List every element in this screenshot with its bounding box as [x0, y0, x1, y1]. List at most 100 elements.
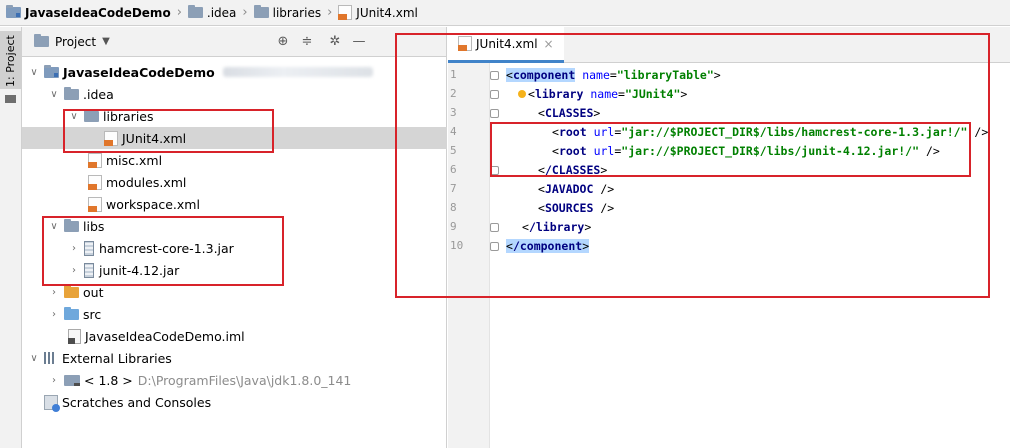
- folder-icon: [84, 108, 99, 122]
- folder-icon: [64, 218, 79, 232]
- tree-row-iml[interactable]: JavaseIdeaCodeDemo.iml: [22, 325, 447, 347]
- code-line: </CLASSES >: [538, 162, 608, 177]
- fold-marker-icon[interactable]: [490, 166, 499, 175]
- folder-icon: [187, 5, 203, 18]
- folder-icon: [64, 86, 79, 100]
- tree-row-junit4-xml[interactable]: JUnit4.xml: [22, 127, 447, 149]
- chevron-down-icon[interactable]: ∨: [48, 89, 60, 100]
- line-number: 7: [450, 182, 457, 195]
- chevron-down-icon[interactable]: ∨: [28, 353, 40, 364]
- xml-file-icon: [338, 5, 353, 20]
- xml-file-icon: [104, 130, 118, 146]
- chevron-right-icon: ›: [327, 5, 333, 20]
- scratches-icon: [44, 394, 60, 412]
- folder-icon: [34, 34, 49, 47]
- library-icon: [44, 352, 57, 364]
- tree-row-junit-jar[interactable]: › junit-4.12.jar: [22, 259, 447, 281]
- tree-row-jdk[interactable]: › < 1.8 > D:\ProgramFiles\Java\jdk1.8.0_…: [22, 369, 447, 391]
- code-line: < root url = "jar://$PROJECT_DIR$/libs/hamc…: [552, 124, 989, 139]
- tool-window-strip: 1: Project: [0, 27, 22, 448]
- code-line: < CLASSES >: [538, 105, 601, 120]
- chevron-down-icon[interactable]: ∨: [68, 111, 80, 122]
- tree-row-project-root[interactable]: ∨ JavaseIdeaCodeDemo: [22, 61, 447, 83]
- tree-row-hamcrest-jar[interactable]: › hamcrest-core-1.3.jar: [22, 237, 447, 259]
- close-icon[interactable]: ×: [544, 37, 554, 51]
- fold-marker-icon[interactable]: [490, 90, 499, 99]
- excluded-folder-icon: [64, 284, 79, 298]
- tree-row-libraries[interactable]: ∨ libraries: [22, 105, 447, 127]
- line-number: 3: [450, 106, 457, 119]
- source-folder-icon: [64, 306, 79, 320]
- xml-file-icon: [458, 36, 472, 51]
- code-line: < root url = "jar://$PROJECT_DIR$/libs/juni…: [552, 143, 940, 158]
- code-line: < SOURCES />: [538, 200, 615, 215]
- line-number: 9: [450, 220, 457, 233]
- line-number: 2: [450, 87, 457, 100]
- breadcrumb-item-idea[interactable]: .idea: [187, 5, 236, 20]
- lightbulb-icon[interactable]: [518, 89, 526, 98]
- chevron-right-icon: ›: [176, 5, 182, 20]
- project-view-dropdown[interactable]: Project ▼: [34, 34, 110, 49]
- line-number: 1: [450, 68, 457, 81]
- fold-marker-icon[interactable]: [490, 71, 499, 80]
- iml-file-icon: [68, 328, 81, 344]
- module-folder-icon: [44, 64, 59, 78]
- folder-icon: [253, 5, 269, 18]
- breadcrumb-item-project[interactable]: JavaseIdeaCodeDemo: [6, 5, 171, 20]
- code-area[interactable]: 1 2 3 4 5 6 7 8 9 10 < component name = "li…: [448, 63, 1010, 448]
- project-tool-tab[interactable]: 1: Project: [0, 31, 21, 89]
- redacted-path: [222, 67, 373, 77]
- code-line: </component >: [506, 238, 590, 253]
- tree-row-misc-xml[interactable]: misc.xml: [22, 149, 447, 171]
- line-number: 5: [450, 144, 457, 157]
- chevron-right-icon[interactable]: ›: [48, 375, 60, 386]
- caret-down-icon: ▼: [102, 36, 110, 47]
- chevron-right-icon: ›: [242, 5, 248, 20]
- tree-row-external-libraries[interactable]: ∨ External Libraries: [22, 347, 447, 369]
- editor: JUnit4.xml × 1 2 3 4 5 6 7 8 9 10 < compo…: [448, 27, 1010, 448]
- tree-row-scratches[interactable]: Scratches and Consoles: [22, 391, 447, 413]
- line-number: 4: [450, 125, 457, 138]
- fold-marker-icon[interactable]: [490, 223, 499, 232]
- line-number: 6: [450, 163, 457, 176]
- editor-tab-bar: JUnit4.xml ×: [448, 27, 1010, 63]
- jar-icon: [84, 240, 94, 256]
- xml-file-icon: [88, 174, 102, 190]
- code-line: </library >: [522, 219, 592, 234]
- tree-row-src[interactable]: › src: [22, 303, 447, 325]
- jar-icon: [84, 262, 94, 278]
- gear-icon[interactable]: ✲: [328, 35, 342, 49]
- hide-icon[interactable]: —: [352, 35, 366, 49]
- tree-row-modules-xml[interactable]: modules.xml: [22, 171, 447, 193]
- chevron-right-icon[interactable]: ›: [68, 265, 80, 276]
- module-folder-icon: [6, 5, 21, 18]
- line-number: 8: [450, 201, 457, 214]
- tree-row-out[interactable]: › out: [22, 281, 447, 303]
- line-number: 10: [450, 239, 464, 252]
- code-line: < component name = "libraryTable" >: [506, 67, 721, 82]
- project-panel-header: Project ▼ ⊕ ≑ ✲ —: [22, 27, 446, 57]
- folder-icon: [5, 95, 16, 103]
- project-panel: Project ▼ ⊕ ≑ ✲ — ∨ JavaseIdeaCodeDemo ∨…: [22, 27, 447, 448]
- chevron-right-icon[interactable]: ›: [48, 287, 60, 298]
- breadcrumb-item-file[interactable]: JUnit4.xml: [338, 5, 418, 20]
- tree-row-idea[interactable]: ∨ .idea: [22, 83, 447, 105]
- locate-icon[interactable]: ⊕: [276, 35, 290, 49]
- tree-row-workspace-xml[interactable]: workspace.xml: [22, 193, 447, 215]
- tree-row-libs[interactable]: ∨ libs: [22, 215, 447, 237]
- breadcrumb: JavaseIdeaCodeDemo › .idea › libraries ›…: [0, 0, 1010, 26]
- fold-marker-icon[interactable]: [490, 109, 499, 118]
- breadcrumb-item-libraries[interactable]: libraries: [253, 5, 321, 20]
- chevron-down-icon[interactable]: ∨: [28, 67, 40, 78]
- chevron-right-icon[interactable]: ›: [48, 309, 60, 320]
- fold-marker-icon[interactable]: [490, 242, 499, 251]
- xml-file-icon: [88, 152, 102, 168]
- tab-junit4-xml[interactable]: JUnit4.xml ×: [448, 27, 564, 63]
- xml-file-icon: [88, 196, 102, 212]
- chevron-right-icon[interactable]: ›: [68, 243, 80, 254]
- chevron-down-icon[interactable]: ∨: [48, 221, 60, 232]
- sdk-icon: [64, 374, 80, 386]
- code-line: < JAVADOC />: [538, 181, 615, 196]
- collapse-all-icon[interactable]: ≑: [300, 35, 314, 49]
- code-line: < library name = "JUnit4" >: [518, 84, 687, 103]
